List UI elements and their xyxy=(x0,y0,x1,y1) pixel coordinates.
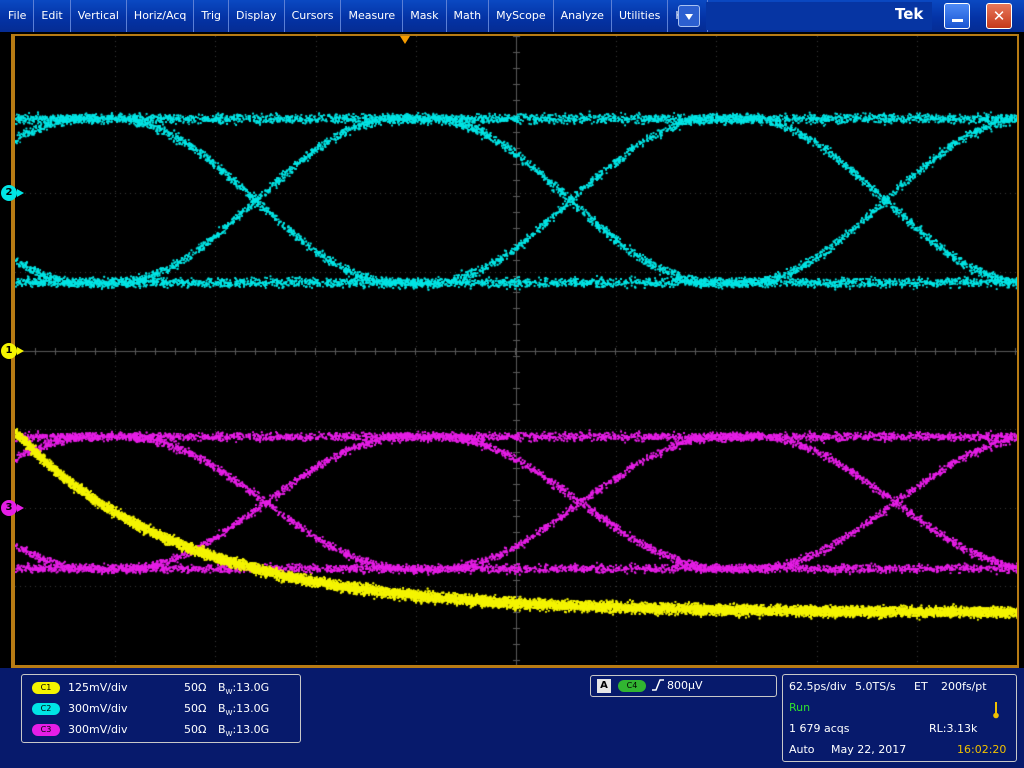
menu-edit[interactable]: Edit xyxy=(34,0,71,32)
acq-mode: ET xyxy=(914,680,928,693)
run-state: Run xyxy=(789,701,811,714)
menu-utilities[interactable]: Utilities xyxy=(612,0,669,32)
minimize-button[interactable] xyxy=(944,3,970,29)
waveform-canvas xyxy=(15,36,1017,665)
menu-math[interactable]: Math xyxy=(447,0,490,32)
timebase: 62.5ps/div xyxy=(789,680,847,693)
acquisition-count: 1 679 acqs xyxy=(789,722,850,735)
ch1-badge[interactable]: C1 xyxy=(32,682,60,694)
rising-edge-icon xyxy=(652,679,664,691)
ch3-settings[interactable]: C3 300mV/div 50Ω BW:13.0G xyxy=(32,721,294,739)
menu-vertical[interactable]: Vertical xyxy=(71,0,127,32)
ch1-bandwidth: BW:13.0G xyxy=(218,681,270,697)
trigger-source-badge[interactable]: C4 xyxy=(618,680,646,692)
ch1-settings[interactable]: C1 125mV/div 50Ω BW:13.0G xyxy=(32,679,294,697)
menu: File Edit Vertical Horiz/Acq Trig Displa… xyxy=(0,0,709,32)
trigger-level: 800µV xyxy=(667,679,703,692)
trigger-mode-auto: Auto xyxy=(789,743,815,756)
ch3-bandwidth: BW:13.0G xyxy=(218,723,270,739)
ch1-scale: 125mV/div xyxy=(68,681,128,694)
date: May 22, 2017 xyxy=(831,743,907,756)
minimize-icon xyxy=(952,19,963,22)
record-length: RL:3.13k xyxy=(929,722,978,735)
trigger-status-icon xyxy=(993,702,999,719)
ch1-ground-marker[interactable]: 1 xyxy=(1,343,24,359)
acquisition-panel[interactable]: 62.5ps/div 5.0TS/s ET 200fs/pt Run 1 679… xyxy=(782,674,1017,762)
menu-display[interactable]: Display xyxy=(229,0,285,32)
ch1-impedance: 50Ω xyxy=(184,681,207,694)
resolution: 200fs/pt xyxy=(941,680,987,693)
ch2-bandwidth: BW:13.0G xyxy=(218,702,270,718)
ch2-settings[interactable]: C2 300mV/div 50Ω BW:13.0G xyxy=(32,700,294,718)
close-button[interactable]: ✕ xyxy=(986,3,1012,29)
brand-logo: Tek xyxy=(895,5,924,23)
ch3-scale: 300mV/div xyxy=(68,723,128,736)
menu-trig[interactable]: Trig xyxy=(194,0,230,32)
menu-measure[interactable]: Measure xyxy=(341,0,404,32)
menu-bar: File Edit Vertical Horiz/Acq Trig Displa… xyxy=(0,0,1024,32)
trigger-mode: A xyxy=(597,679,611,693)
menu-myscope[interactable]: MyScope xyxy=(489,0,554,32)
ch2-impedance: 50Ω xyxy=(184,702,207,715)
sample-rate: 5.0TS/s xyxy=(855,680,896,693)
waveform-display[interactable] xyxy=(15,36,1017,665)
ch2-ground-marker[interactable]: 2 xyxy=(1,185,24,201)
menu-dropdown-button[interactable] xyxy=(678,5,700,27)
close-icon: ✕ xyxy=(992,7,1006,25)
trigger-settings-panel[interactable]: A C4 800µV xyxy=(590,675,777,697)
time: 16:02:20 xyxy=(957,743,1007,756)
ch2-badge[interactable]: C2 xyxy=(32,703,60,715)
ch3-badge[interactable]: C3 xyxy=(32,724,60,736)
menu-horiz-acq[interactable]: Horiz/Acq xyxy=(127,0,195,32)
menu-mask[interactable]: Mask xyxy=(403,0,447,32)
ch2-scale: 300mV/div xyxy=(68,702,128,715)
vertical-settings-panel[interactable]: C1 125mV/div 50Ω BW:13.0G C2 300mV/div 5… xyxy=(21,674,301,743)
menu-file[interactable]: File xyxy=(0,0,35,32)
trigger-position-marker[interactable] xyxy=(400,36,410,44)
menu-analyze[interactable]: Analyze xyxy=(554,0,612,32)
ch3-impedance: 50Ω xyxy=(184,723,207,736)
menu-cursors[interactable]: Cursors xyxy=(285,0,342,32)
ch3-ground-marker[interactable]: 3 xyxy=(1,500,24,516)
